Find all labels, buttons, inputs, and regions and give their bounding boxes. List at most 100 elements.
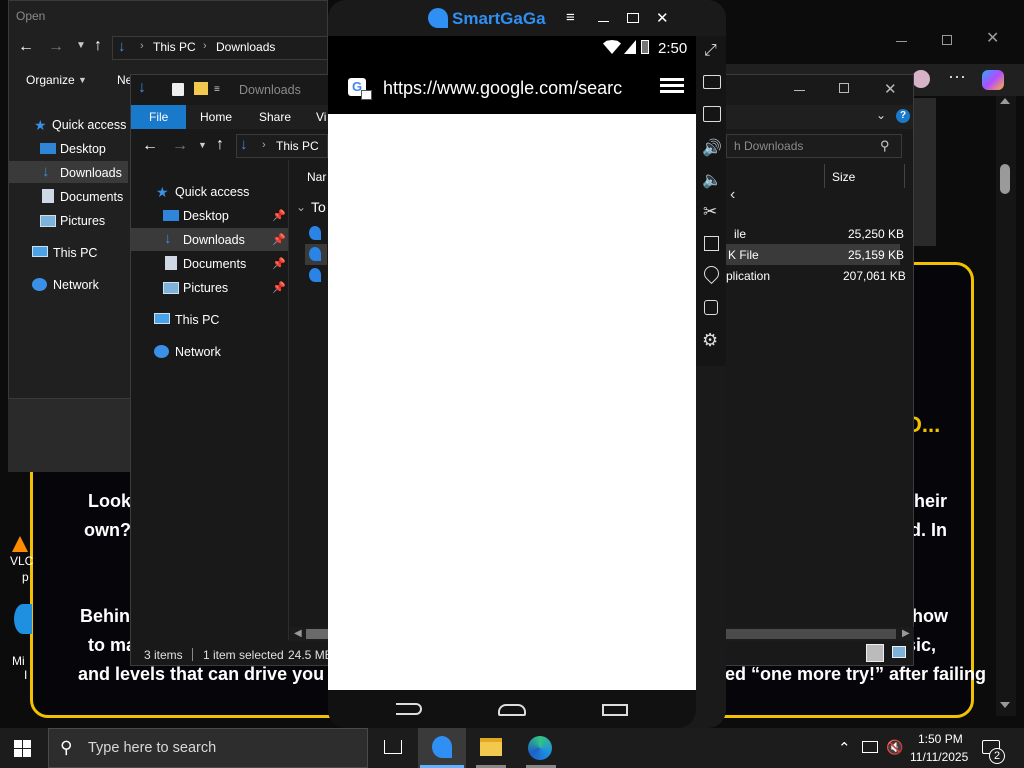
group-header-today[interactable]: To: [311, 199, 326, 215]
pin-icon[interactable]: 📌: [272, 281, 286, 294]
more-menu-icon[interactable]: ⋯: [948, 68, 966, 88]
scroll-up-arrow-icon[interactable]: [1000, 98, 1010, 104]
explorer-close-icon[interactable]: ✕: [884, 80, 897, 98]
edge-taskbar-icon[interactable]: [528, 736, 552, 760]
forward-arrow-icon[interactable]: →: [172, 137, 188, 155]
shake-icon[interactable]: [704, 300, 718, 315]
browser-maximize-button[interactable]: [942, 35, 952, 45]
nav-quick-access[interactable]: Quick access: [175, 185, 249, 199]
android-back-icon[interactable]: [396, 703, 422, 715]
nav-quick-access[interactable]: Quick access: [52, 118, 126, 132]
help-icon[interactable]: ?: [896, 109, 910, 123]
tabs-stack-icon[interactable]: [660, 78, 684, 96]
column-header-name[interactable]: Nar: [307, 170, 326, 184]
show-hidden-icons-chevron-icon[interactable]: ⌃: [838, 739, 851, 757]
pin-icon[interactable]: 📌: [272, 233, 286, 246]
nav-downloads[interactable]: Downloads: [183, 233, 245, 247]
column-header-size[interactable]: Size: [832, 170, 855, 184]
browser-minimize-button[interactable]: [896, 36, 912, 46]
network-status-icon[interactable]: [862, 741, 878, 753]
windows-start-icon[interactable]: [14, 740, 31, 757]
file-size-cell: 25,159 KB: [848, 248, 905, 262]
recent-dropdown-icon[interactable]: ▼: [198, 140, 207, 150]
forward-arrow-icon[interactable]: →: [48, 38, 64, 56]
nav-network[interactable]: Network: [53, 278, 99, 292]
tab-view[interactable]: Vi: [316, 110, 326, 124]
keyboard-mapping-icon[interactable]: [703, 75, 721, 89]
edge-shortcut-icon[interactable]: [14, 604, 32, 634]
android-home-icon[interactable]: [498, 704, 526, 716]
settings-gear-icon[interactable]: ⚙: [702, 330, 718, 351]
emulator-minimize-button[interactable]: [598, 21, 609, 22]
back-arrow-icon[interactable]: ←: [142, 137, 158, 155]
horizontal-scrollbar-thumb[interactable]: [306, 629, 328, 639]
scroll-right-arrow-icon[interactable]: ▶: [902, 628, 910, 639]
nav-pictures[interactable]: Pictures: [60, 214, 105, 228]
breadcrumb-this-pc[interactable]: This PC: [276, 139, 319, 153]
quick-access-toolbar-dropdown-icon[interactable]: ≡: [214, 84, 220, 95]
scroll-down-arrow-icon[interactable]: [1000, 702, 1010, 708]
volume-down-icon[interactable]: 🔈: [702, 170, 722, 190]
emulator-close-icon[interactable]: ✕: [656, 9, 669, 27]
collapse-toolbar-chevron-icon[interactable]: ‹: [730, 186, 735, 204]
documents-icon: [42, 189, 54, 203]
back-arrow-icon[interactable]: ←: [18, 38, 34, 56]
page-scrollbar-thumb[interactable]: [1000, 164, 1010, 194]
organize-menu[interactable]: Organize: [26, 73, 75, 87]
nav-documents[interactable]: Documents: [60, 190, 123, 204]
tab-home[interactable]: Home: [200, 110, 232, 124]
pin-icon[interactable]: 📌: [272, 257, 286, 270]
smartgaga-logo-icon: [428, 8, 448, 28]
screenshot-scissors-icon[interactable]: ✂: [703, 202, 717, 222]
nav-network[interactable]: Network: [175, 345, 221, 359]
nav-desktop[interactable]: Desktop: [60, 142, 106, 156]
task-view-icon[interactable]: [384, 740, 402, 754]
clock-date[interactable]: 11/11/2025: [910, 750, 968, 764]
profile-avatar-icon[interactable]: [912, 70, 930, 88]
nav-this-pc[interactable]: This PC: [175, 313, 219, 327]
lock-icon: [361, 90, 372, 100]
properties-checkbox-icon[interactable]: [172, 83, 184, 96]
emulator-maximize-button[interactable]: [627, 13, 639, 23]
up-arrow-icon[interactable]: ↑: [216, 136, 224, 154]
android-recents-icon[interactable]: [602, 704, 628, 716]
folder-icon[interactable]: [194, 82, 208, 95]
large-icons-view-icon[interactable]: [892, 646, 906, 658]
group-collapse-chevron-icon[interactable]: ⌄: [296, 200, 306, 214]
nav-documents[interactable]: Documents: [183, 257, 246, 271]
breadcrumb-separator: ›: [262, 139, 266, 151]
pin-icon[interactable]: 📌: [272, 209, 286, 222]
file-explorer-taskbar-icon[interactable]: [480, 738, 502, 756]
breadcrumb-downloads[interactable]: Downloads: [216, 40, 275, 54]
emulator-title: SmartGaGa: [452, 9, 546, 28]
browser-close-icon[interactable]: ✕: [986, 31, 1000, 47]
explorer-maximize-button[interactable]: [839, 83, 849, 93]
breadcrumb-separator: ›: [203, 40, 207, 52]
fullscreen-icon[interactable]: ⤢: [704, 42, 717, 60]
android-webview-blank[interactable]: [328, 114, 696, 690]
clock-time[interactable]: 1:50 PM: [918, 732, 963, 746]
smartgaga-taskbar-icon[interactable]: [432, 736, 452, 758]
multi-instance-icon[interactable]: [704, 236, 719, 251]
scroll-left-arrow-icon[interactable]: ◀: [294, 628, 302, 639]
nav-pictures[interactable]: Pictures: [183, 281, 228, 295]
breadcrumb-this-pc[interactable]: This PC: [153, 40, 196, 54]
tab-share[interactable]: Share: [259, 110, 291, 124]
url-field[interactable]: https://www.google.com/searc: [383, 78, 622, 99]
details-view-icon[interactable]: [866, 644, 884, 662]
hamburger-menu-icon[interactable]: ≡: [566, 10, 575, 25]
copilot-icon[interactable]: [982, 70, 1004, 90]
desktop-icon-label: I: [24, 668, 28, 682]
explorer-minimize-button[interactable]: [794, 90, 805, 91]
nav-desktop[interactable]: Desktop: [183, 209, 229, 223]
downloads-folder-icon: ↓: [240, 136, 248, 153]
nav-downloads[interactable]: Downloads: [60, 166, 122, 180]
up-arrow-icon[interactable]: ↑: [94, 37, 102, 55]
nav-this-pc[interactable]: This PC: [53, 246, 97, 260]
ribbon-expand-chevron-icon[interactable]: ⌄: [876, 108, 886, 122]
volume-up-icon[interactable]: 🔊: [702, 138, 722, 158]
search-icon: ⚲: [60, 738, 73, 757]
recent-dropdown-icon[interactable]: ▼: [76, 40, 86, 51]
apk-install-icon[interactable]: [703, 106, 721, 122]
volume-muted-icon[interactable]: 🔇: [886, 739, 903, 756]
